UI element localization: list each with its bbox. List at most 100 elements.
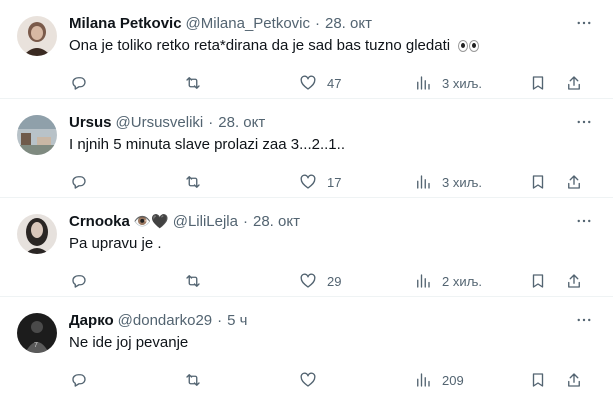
reply-button[interactable]: [70, 367, 88, 393]
name-emoji: 👁️🖤: [133, 212, 169, 229]
retweet-button[interactable]: [184, 70, 202, 96]
heart-icon: [300, 75, 316, 90]
views-icon: [417, 175, 430, 189]
like-button[interactable]: [299, 367, 317, 393]
more-icon[interactable]: [573, 13, 595, 33]
tweet-text: Pa upravu je .: [69, 235, 162, 252]
reply-button[interactable]: [70, 268, 88, 294]
tweet-actions: 29 2 хиљ.: [62, 268, 603, 294]
timestamp[interactable]: 28. окт: [253, 213, 300, 230]
share-button[interactable]: [565, 268, 583, 294]
views-count: 3 хиљ.: [442, 174, 482, 190]
share-button[interactable]: [565, 70, 583, 96]
user-handle[interactable]: @LiliLejla: [173, 213, 238, 230]
tweet-actions: 17 3 хиљ.: [62, 169, 603, 195]
like-button[interactable]: 17: [299, 169, 341, 195]
heart-icon: [300, 372, 316, 387]
tweet-text: Ne ide joj pevanje: [69, 334, 189, 351]
tweet-actions: 47 3 хиљ.: [62, 70, 603, 96]
retweet-icon: [186, 275, 200, 287]
share-button[interactable]: [565, 367, 583, 393]
retweet-button[interactable]: [184, 268, 202, 294]
bookmark-icon: [532, 76, 544, 90]
share-icon: [568, 274, 580, 288]
bookmark-icon: [532, 175, 544, 189]
eyes-emoji-icon: [458, 40, 480, 53]
svg-text:7: 7: [34, 342, 38, 349]
timestamp[interactable]: 28. окт: [325, 15, 372, 32]
retweet-icon: [186, 77, 200, 89]
like-button[interactable]: 29: [299, 268, 341, 294]
views-button[interactable]: 2 хиљ.: [414, 268, 482, 294]
user-name[interactable]: Crnooka: [69, 213, 130, 230]
separator-dot: ·: [217, 311, 223, 329]
tweet-header: Milana Petkovic @Milana_Petkovic · 28. о…: [69, 12, 553, 34]
views-icon: [417, 274, 430, 288]
tweet-2[interactable]: Ursus @Ursusveliki · 28. окт I njnih 5 m…: [0, 99, 613, 198]
tweet-header: Дарко @dondarko29 · 5 ч: [69, 309, 553, 331]
like-count: 17: [327, 174, 342, 190]
more-icon[interactable]: [573, 211, 595, 231]
timestamp[interactable]: 5 ч: [227, 312, 247, 329]
user-handle[interactable]: @dondarko29: [118, 312, 212, 329]
like-count: 29: [327, 273, 342, 289]
tweet-3[interactable]: Crnooka 👁️🖤 @LiliLejla · 28. окт Pa upra…: [0, 198, 613, 297]
like-button[interactable]: 47: [299, 70, 341, 96]
bookmark-button[interactable]: [529, 70, 547, 96]
retweet-button[interactable]: [184, 367, 202, 393]
tweet-header: Crnooka 👁️🖤 @LiliLejla · 28. окт: [69, 210, 553, 232]
avatar[interactable]: [17, 16, 57, 56]
user-name[interactable]: Milana Petkovic: [69, 15, 182, 32]
tweet-actions: 209: [62, 367, 603, 393]
reply-icon: [72, 374, 86, 387]
views-count: 209: [442, 372, 464, 388]
retweet-icon: [186, 176, 200, 188]
bookmark-button[interactable]: [529, 367, 547, 393]
bookmark-icon: [532, 373, 544, 387]
separator-dot: ·: [315, 14, 320, 32]
share-icon: [568, 175, 580, 189]
views-button[interactable]: 209: [414, 367, 464, 393]
share-button[interactable]: [565, 169, 583, 195]
heart-icon: [300, 273, 316, 288]
separator-dot: ·: [208, 113, 214, 131]
tweet-text: Ona je toliko retko reta*dirana da je sa…: [69, 36, 573, 56]
reply-icon: [72, 77, 86, 90]
user-handle[interactable]: @Ursusveliki: [116, 114, 204, 131]
views-icon: [417, 76, 430, 90]
reply-icon: [72, 176, 86, 189]
tweet-4[interactable]: 7 Дарко @dondarko29 · 5 ч Ne ide joj pev…: [0, 297, 613, 396]
timestamp[interactable]: 28. окт: [218, 114, 265, 131]
views-button[interactable]: 3 хиљ.: [414, 70, 482, 96]
views-button[interactable]: 3 хиљ.: [414, 169, 482, 195]
user-name[interactable]: Дарко: [69, 312, 114, 329]
more-icon[interactable]: [573, 112, 595, 132]
avatar[interactable]: [17, 214, 57, 254]
bookmark-button[interactable]: [529, 169, 547, 195]
views-icon: [417, 373, 430, 387]
retweet-button[interactable]: [184, 169, 202, 195]
reply-button[interactable]: [70, 70, 88, 96]
tweet-feed: Milana Petkovic @Milana_Petkovic · 28. о…: [0, 0, 613, 403]
avatar[interactable]: [17, 115, 57, 155]
views-count: 3 хиљ.: [442, 75, 482, 91]
user-name[interactable]: Ursus: [69, 114, 112, 131]
user-handle[interactable]: @Milana_Petkovic: [186, 15, 310, 32]
reply-button[interactable]: [70, 169, 88, 195]
like-count: 47: [327, 75, 342, 91]
bookmark-icon: [532, 274, 544, 288]
reply-icon: [72, 275, 86, 288]
views-count: 2 хиљ.: [442, 273, 482, 289]
retweet-icon: [186, 374, 200, 386]
tweet-text-content: Ona je toliko retko reta*dirana da je sa…: [69, 37, 451, 54]
tweet-header: Ursus @Ursusveliki · 28. окт: [69, 111, 553, 133]
separator-dot: ·: [242, 212, 248, 230]
share-icon: [568, 373, 580, 387]
heart-icon: [300, 174, 316, 189]
avatar[interactable]: 7: [17, 313, 57, 353]
more-icon[interactable]: [573, 310, 595, 330]
share-icon: [568, 76, 580, 90]
tweet-1[interactable]: Milana Petkovic @Milana_Petkovic · 28. о…: [0, 0, 613, 99]
bookmark-button[interactable]: [529, 268, 547, 294]
tweet-text: I njnih 5 minuta slave prolazi zaa 3...2…: [69, 136, 345, 153]
